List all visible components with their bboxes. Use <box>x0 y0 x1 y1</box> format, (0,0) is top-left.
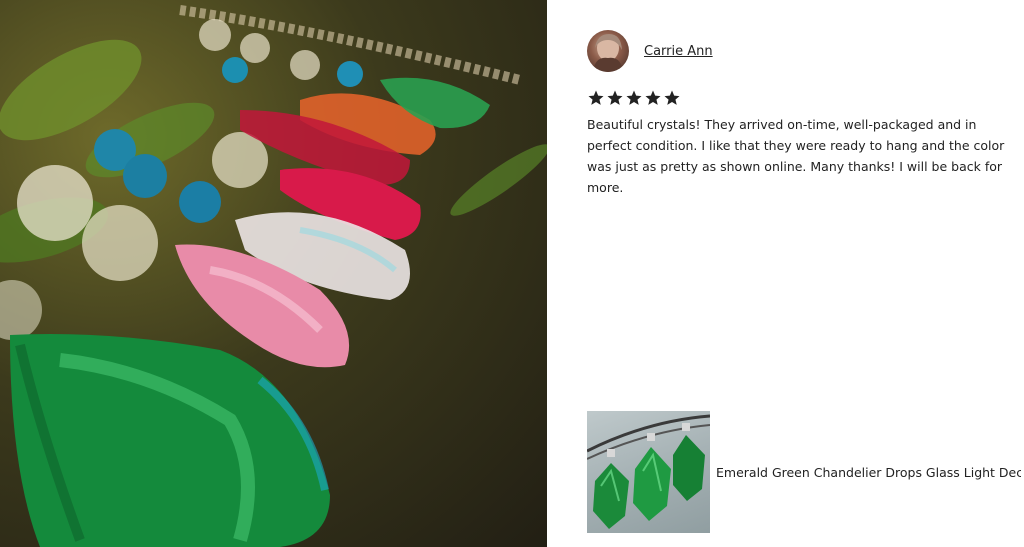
reviewer-info: Carrie Ann <box>587 30 1007 72</box>
star-icon <box>645 90 661 105</box>
reviewed-product-link[interactable]: Emerald Green Chandelier Drops Glass Lig… <box>587 411 1021 533</box>
star-icon <box>607 90 623 105</box>
review-text: Beautiful crystals! They arrived on-time… <box>587 117 1005 195</box>
review-card: Carrie Ann Beautiful crystals! They arri… <box>587 30 1007 211</box>
review-photo[interactable] <box>0 0 547 547</box>
reviewer-name-link[interactable]: Carrie Ann <box>644 44 713 59</box>
star-rating <box>587 89 1007 107</box>
star-icon <box>588 90 604 105</box>
avatar-image <box>593 34 623 72</box>
review-page: Carrie Ann Beautiful crystals! They arri… <box>0 0 1024 547</box>
product-thumbnail[interactable] <box>587 411 710 533</box>
reviewer-avatar[interactable] <box>587 30 629 72</box>
crystals-photo-illustration <box>0 5 547 547</box>
product-image <box>587 414 710 529</box>
product-title[interactable]: Emerald Green Chandelier Drops Glass Lig… <box>716 465 1021 480</box>
star-icon <box>626 90 642 105</box>
star-icon <box>664 90 680 105</box>
